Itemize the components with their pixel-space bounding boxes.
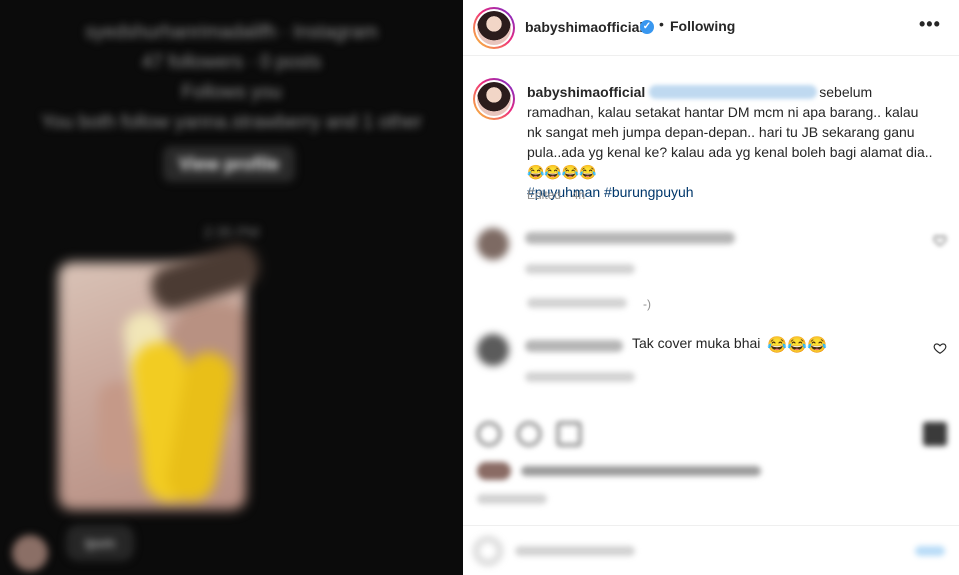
header-separator: • bbox=[659, 16, 664, 32]
message-bubble: Ipvm bbox=[66, 525, 134, 561]
post-actions-bar bbox=[475, 420, 955, 450]
view-profile-button[interactable]: View profile bbox=[163, 146, 295, 182]
comment-username-blurred[interactable] bbox=[525, 340, 623, 352]
post-age-blurred bbox=[477, 494, 547, 504]
comment-text: Tak cover muka bhai 😂😂😂 bbox=[632, 335, 827, 355]
add-comment-input[interactable] bbox=[515, 546, 635, 556]
like-comment-icon[interactable] bbox=[933, 341, 947, 355]
message-timestamp: 2:35 PM bbox=[203, 224, 260, 241]
dm-preview-panel: syedshurhanrimadalifh · Instagram 47 fol… bbox=[0, 0, 463, 575]
post-header: babyshimaofficial ✓ • Following ••• bbox=[463, 0, 959, 56]
post-comment-button[interactable] bbox=[915, 546, 945, 556]
profile-mutuals-line: You both follow yanna.strawberry and 1 o… bbox=[41, 112, 422, 133]
profile-name-line: syedshurhanrimadalifh · Instagram bbox=[85, 22, 378, 43]
comment-meta-blurred bbox=[525, 372, 635, 382]
verified-badge-icon: ✓ bbox=[640, 20, 654, 34]
edited-timestamp: Edited · 4h bbox=[527, 188, 586, 202]
profile-stats-line: 47 followers · 0 posts bbox=[141, 52, 322, 73]
dm-photo[interactable] bbox=[58, 262, 246, 510]
like-comment-icon[interactable] bbox=[933, 233, 947, 247]
author-avatar[interactable] bbox=[473, 7, 515, 49]
emoji-picker-icon[interactable] bbox=[475, 538, 501, 564]
post-caption: babyshimaofficial sebelum ramadhan, kalau… bbox=[527, 82, 937, 202]
comment-meta-blurred bbox=[525, 264, 635, 274]
share-icon[interactable] bbox=[557, 422, 581, 446]
comment-emojis: 😂😂😂 bbox=[767, 337, 828, 354]
save-icon[interactable] bbox=[923, 422, 947, 446]
caption-username[interactable]: babyshimaofficial bbox=[527, 84, 645, 100]
add-comment-bar bbox=[463, 525, 959, 575]
more-options-icon[interactable]: ••• bbox=[919, 14, 941, 35]
view-replies-blurred[interactable] bbox=[527, 298, 627, 308]
caption-avatar[interactable] bbox=[473, 78, 515, 120]
caption-emojis: 😂😂😂😂 bbox=[527, 164, 597, 180]
liked-by-row[interactable] bbox=[477, 462, 777, 482]
sender-avatar bbox=[12, 535, 48, 571]
comment-avatar[interactable] bbox=[477, 334, 509, 366]
comment-body: Tak cover muka bhai bbox=[632, 335, 761, 351]
comment-text-blurred bbox=[525, 232, 735, 244]
post-panel: babyshimaofficial ✓ • Following ••• baby… bbox=[463, 0, 959, 575]
like-icon[interactable] bbox=[477, 422, 501, 446]
comment-icon[interactable] bbox=[517, 422, 541, 446]
profile-follows-line: Follows you bbox=[181, 82, 282, 103]
author-username[interactable]: babyshimaofficial bbox=[525, 19, 643, 35]
blurred-mention bbox=[649, 85, 818, 99]
following-button[interactable]: Following bbox=[670, 18, 735, 34]
replies-suffix: -) bbox=[643, 297, 651, 311]
comment-avatar[interactable] bbox=[477, 228, 509, 260]
